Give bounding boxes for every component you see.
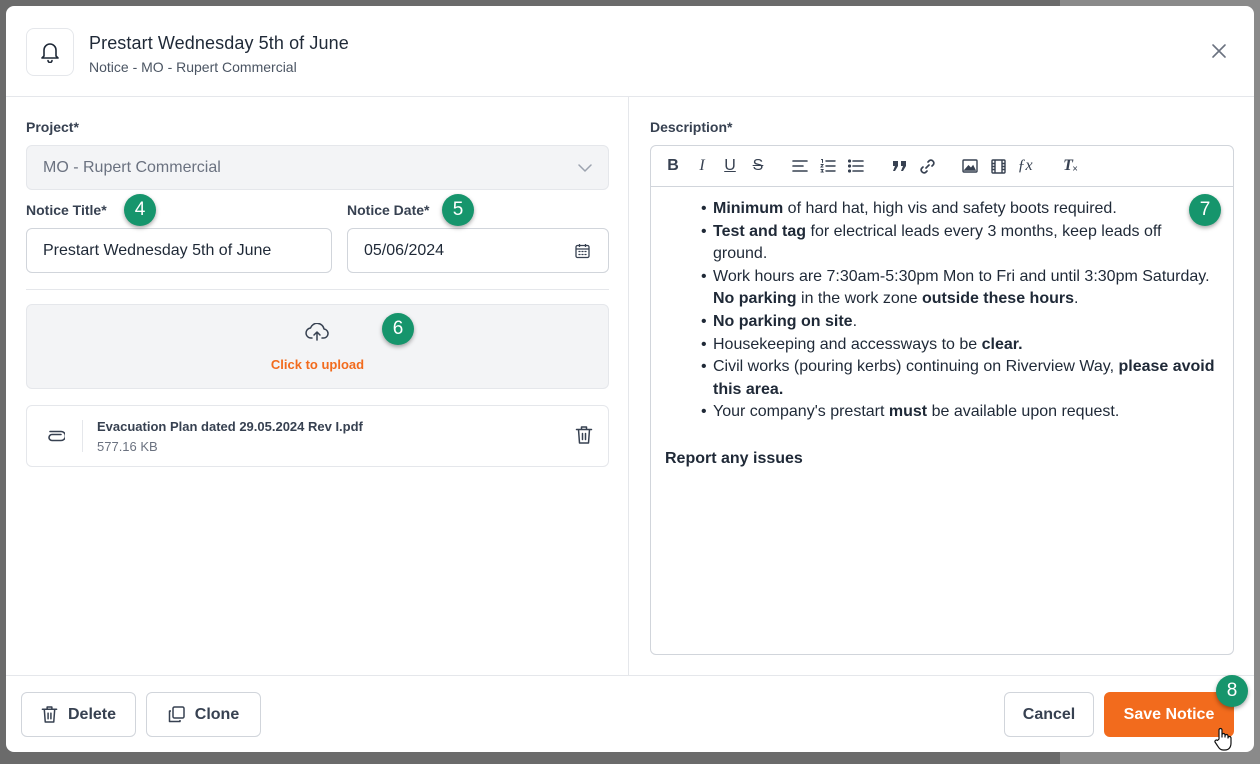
project-label: Project*: [26, 119, 79, 135]
cancel-button[interactable]: Cancel: [1004, 692, 1094, 737]
clear-format-icon[interactable]: T ×: [1060, 156, 1078, 176]
modal-subtitle: Notice - MO - Rupert Commercial: [89, 59, 297, 75]
step-badge-5: 5: [442, 194, 474, 226]
copy-icon: [168, 706, 185, 723]
description-bullet: Housekeeping and accessways to be clear.: [699, 334, 1220, 357]
formula-icon[interactable]: ƒx: [1017, 156, 1033, 176]
close-icon[interactable]: [1208, 40, 1230, 62]
modal-title: Prestart Wednesday 5th of June: [89, 33, 349, 53]
delete-label: Delete: [67, 705, 117, 723]
bold-icon[interactable]: B: [665, 156, 681, 176]
notice-modal: Prestart Wednesday 5th of June Notice - …: [6, 6, 1254, 752]
notice-date-label: Notice Date*: [347, 202, 430, 218]
notice-title-input[interactable]: Prestart Wednesday 5th of June: [26, 228, 332, 273]
calendar-icon[interactable]: [575, 243, 590, 258]
description-label: Description*: [650, 119, 733, 135]
link-icon[interactable]: [919, 156, 936, 176]
step-badge-6: 6: [382, 313, 414, 345]
cloud-upload-icon: [305, 323, 329, 341]
closing-line: Report any issues: [665, 449, 803, 467]
trash-icon[interactable]: [575, 425, 593, 445]
ordered-list-icon[interactable]: [820, 156, 836, 176]
underline-icon[interactable]: U: [722, 156, 738, 176]
attachment-item: Evacuation Plan dated 29.05.2024 Rev I.p…: [26, 405, 609, 467]
modal-header: Prestart Wednesday 5th of June Notice - …: [6, 6, 1254, 97]
description-panel: Description* B I U S ƒx T × • Minimum of…: [629, 97, 1254, 675]
description-bullet: Minimum of hard hat, high vis and safety…: [699, 198, 1220, 221]
notice-title-value: Prestart Wednesday 5th of June: [43, 241, 272, 259]
cancel-label: Cancel: [1022, 705, 1076, 723]
attachment-name[interactable]: Evacuation Plan dated 29.05.2024 Rev I.p…: [97, 419, 363, 434]
hand-cursor-icon: [1214, 727, 1232, 751]
editor-content[interactable]: Minimum of hard hat, high vis and safety…: [665, 198, 1220, 471]
align-left-icon[interactable]: [792, 156, 808, 176]
blockquote-icon[interactable]: [891, 156, 907, 176]
rich-text-editor[interactable]: B I U S ƒx T × • Minimum of hard hat, hi…: [650, 145, 1234, 655]
attachment-size: 577.16 KB: [97, 439, 158, 454]
strikethrough-icon[interactable]: S: [750, 156, 766, 176]
italic-icon[interactable]: I: [694, 156, 710, 176]
notice-date-value: 05/06/2024: [364, 241, 445, 259]
description-bullet: Civil works (pouring kerbs) continuing o…: [699, 356, 1220, 401]
project-select[interactable]: MO - Rupert Commercial: [26, 145, 609, 190]
modal-footer: Delete Clone Cancel Save Notice: [6, 675, 1254, 752]
chevron-down-icon: [578, 163, 592, 172]
video-icon[interactable]: [990, 156, 1006, 176]
description-bullet: Your company's prestart must be availabl…: [699, 401, 1220, 424]
description-bullet: No parking on site.: [699, 311, 1220, 334]
description-bullet-list: Minimum of hard hat, high vis and safety…: [665, 198, 1220, 424]
step-badge-8: 8: [1216, 675, 1248, 707]
details-panel: Project* MO - Rupert Commercial Notice T…: [6, 97, 629, 675]
step-badge-4: 4: [124, 194, 156, 226]
paperclip-icon: [43, 426, 65, 446]
form-divider: [26, 289, 609, 290]
notice-date-input[interactable]: 05/06/2024: [347, 228, 609, 273]
description-bullet: Work hours are 7:30am-5:30pm Mon to Fri …: [699, 266, 1220, 311]
clone-button[interactable]: Clone: [146, 692, 261, 737]
bullet-list-icon[interactable]: [848, 156, 864, 176]
project-value: MO - Rupert Commercial: [43, 158, 221, 176]
upload-dropzone[interactable]: Click to upload: [26, 304, 609, 389]
save-label: Save Notice: [1123, 705, 1215, 723]
clone-label: Clone: [194, 705, 240, 723]
bell-icon: [26, 28, 74, 76]
attachment-separator: [82, 420, 83, 452]
trash-icon: [41, 705, 58, 724]
description-bullet: Test and tag for electrical leads every …: [699, 221, 1220, 266]
image-icon[interactable]: [962, 156, 978, 176]
notice-title-label: Notice Title*: [26, 202, 107, 218]
editor-toolbar: B I U S ƒx T ×: [651, 146, 1233, 187]
delete-button[interactable]: Delete: [21, 692, 136, 737]
upload-link[interactable]: Click to upload: [27, 357, 608, 372]
step-badge-7: 7: [1189, 194, 1221, 226]
